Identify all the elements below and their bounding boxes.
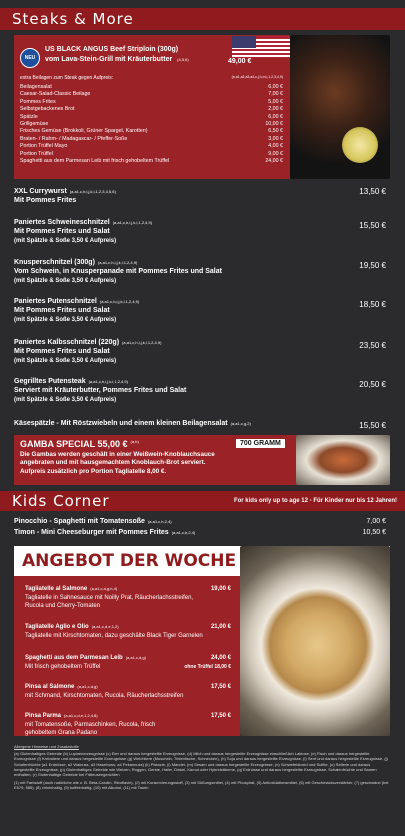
section-title: Kids Corner: [12, 492, 110, 510]
item-name: Paniertes Putenschnitzel: [14, 298, 97, 305]
dish-price: 17,50 €: [210, 713, 231, 719]
us-flag-icon: [232, 36, 290, 58]
dish-price: 19,00 €: [210, 586, 231, 592]
feature-title-block: US BLACK ANGUS Beef Striploin (300g) vom…: [45, 45, 245, 65]
section-title: Steaks & More: [12, 10, 134, 28]
menu-item: Paniertes Kalbsschnitzel (220g) (a,a1,c,h…: [14, 339, 386, 364]
item-price: 15,50 €: [359, 221, 386, 230]
extras-list: Beilagensalat 6,00 € Caesar-Salad-Classic…: [20, 84, 283, 165]
list-item: Grillgemüse 10,00 €: [20, 121, 283, 128]
item-price: 23,50 €: [359, 341, 386, 350]
extras-allergens: (a,a1,a2,a3,a4,c,j,h,m,i,1,2,3,4,9): [231, 75, 283, 79]
gamba-weight-badge: 700 GRAMM: [236, 439, 285, 448]
gamba-photo: [296, 435, 390, 485]
item-price: 19,50 €: [359, 261, 386, 270]
menu-item: Pinocchio - Spaghetti mit Tomatensoße (a,…: [14, 518, 386, 525]
kids-section-header: Kids Corner For kids only up to age 12 -…: [0, 491, 405, 511]
feature-subtitle: vom Lava-Stein-Grill mit Kräuterbutter: [45, 56, 173, 63]
gamba-description: Die Gambas werden geschält in einer Weiß…: [20, 451, 215, 475]
dish-price: 21,00 €: [210, 624, 231, 630]
dish-price: 24,00 €: [210, 655, 231, 661]
lemon-image: [342, 127, 378, 163]
dish-item: Spaghetti aus dem Parmesan Leib (a,a1,c,d…: [25, 655, 231, 670]
menu-item: Paniertes Schweineschnitzel (a,a1,c,h,i,j…: [14, 219, 386, 244]
dish-extra-price: ohne Trüffel 18,00 €: [184, 664, 231, 670]
feature-subtitle-row: vom Lava-Stein-Grill mit Kräuterbutter (…: [45, 55, 245, 65]
item-name: Gegrilltes Putensteak: [14, 378, 86, 385]
extras-heading: extra Beilagen zum Steak gegen Aufpreis:: [20, 75, 114, 81]
dish-item: Pinsa Parma (a,a1,c,d,e,1,2,4,8) mit Toma…: [25, 713, 231, 736]
list-item: Pommes Frites 5,00 €: [20, 98, 283, 105]
menu-item: Gegrilltes Putensteak (a,a1,c,h,i,j,k,l,1…: [14, 378, 386, 403]
list-item: Caesar-Salad-Classic Beilage 7,00 €: [20, 91, 283, 98]
extras-heading-row: extra Beilagen zum Steak gegen Aufpreis:…: [20, 75, 283, 81]
footer-text-allergens: (a) Glutenhaltiges Getreide (b) Lupinene…: [14, 751, 388, 778]
list-item: Selbstgebackenes Brot 2,00 €: [20, 106, 283, 113]
footer-heading: Allergene Hinweise und Zusatzstoffe: [14, 744, 79, 749]
gamba-title-row: GAMBA SPECIAL 55,00 € (a,b): [20, 439, 139, 449]
feature-price: 49,00 €: [228, 58, 252, 65]
feature-allergens: (4,5,6): [177, 57, 189, 62]
dish-price: 17,50 €: [210, 684, 231, 690]
list-item: Portion Trüffel Mayo 4,00 €: [20, 143, 283, 150]
item-name: Knusperschnitzel (300g): [14, 259, 95, 266]
list-item: Frisches Gemüse (Brokkoli, Grüner Sparge…: [20, 128, 283, 135]
dish-item: Pinsa al Salmone (a,a1,c,d,g) mit Schmand…: [25, 684, 231, 699]
item-price: 7,00 €: [366, 518, 386, 525]
list-item: Spaghetti aus dem Parmesan Leib mit fris…: [20, 158, 283, 165]
menu-item: Paniertes Putenschnitzel (a,a1,c,h,i,j,k,…: [14, 298, 386, 323]
item-name: XXL Currywurst: [14, 188, 67, 195]
menu-item: XXL Currywurst (a,a1,c,h,i,j,k,l,1,2,3,4,…: [14, 187, 386, 205]
list-item: Braten- / Rahm- / Madagascar- / Pfeffer-…: [20, 135, 283, 142]
item-price: 10,50 €: [362, 529, 386, 536]
allergen-footnote: Allergene Hinweise und Zusatzstoffe (a) …: [14, 744, 390, 791]
dish-item: Tagliatelle al Salmone (a,a1,c,d,g,h,4) T…: [25, 586, 231, 609]
menu-item: Timon - Mini Cheeseburger mit Pommes Fri…: [14, 529, 386, 536]
steaks-section-header: Steaks & More: [0, 8, 405, 30]
item-name: Paniertes Schweineschnitzel: [14, 219, 110, 226]
list-item: Spätzle 6,00 €: [20, 113, 283, 120]
item-price: 18,50 €: [359, 300, 386, 309]
kids-note: For kids only up to age 12 - Für Kinder …: [233, 498, 397, 504]
list-item: Portion Trüffel 9,00 €: [20, 150, 283, 157]
footer-text-additives: (1) mit Farbstoff (auch natürliche wie z…: [14, 780, 389, 791]
item-price: 15,50 €: [359, 421, 386, 430]
new-badge: NEU: [20, 48, 40, 68]
menu-item: Käsespätzle - Mit Röstzwiebeln und einem…: [14, 420, 386, 430]
item-name: Paniertes Kalbsschnitzel (220g): [14, 339, 120, 346]
feature-title: US BLACK ANGUS Beef Striploin (300g): [45, 46, 179, 53]
steak-photo: [290, 35, 390, 179]
list-item: Beilagensalat 6,00 €: [20, 84, 283, 90]
dish-item: Tagliatelle Aglio e Olio (a,a1,c,d,e,1,2)…: [25, 624, 231, 639]
gamba-title: GAMBA SPECIAL 55,00 €: [20, 439, 128, 449]
item-price: 20,50 €: [359, 380, 386, 389]
item-name: Käsespätzle: [14, 420, 55, 427]
item-price: 13,50 €: [359, 187, 386, 196]
pasta-photo: [240, 546, 390, 736]
menu-item: Knusperschnitzel (300g) (a,a1,c,h,i,j,k,l…: [14, 259, 386, 284]
